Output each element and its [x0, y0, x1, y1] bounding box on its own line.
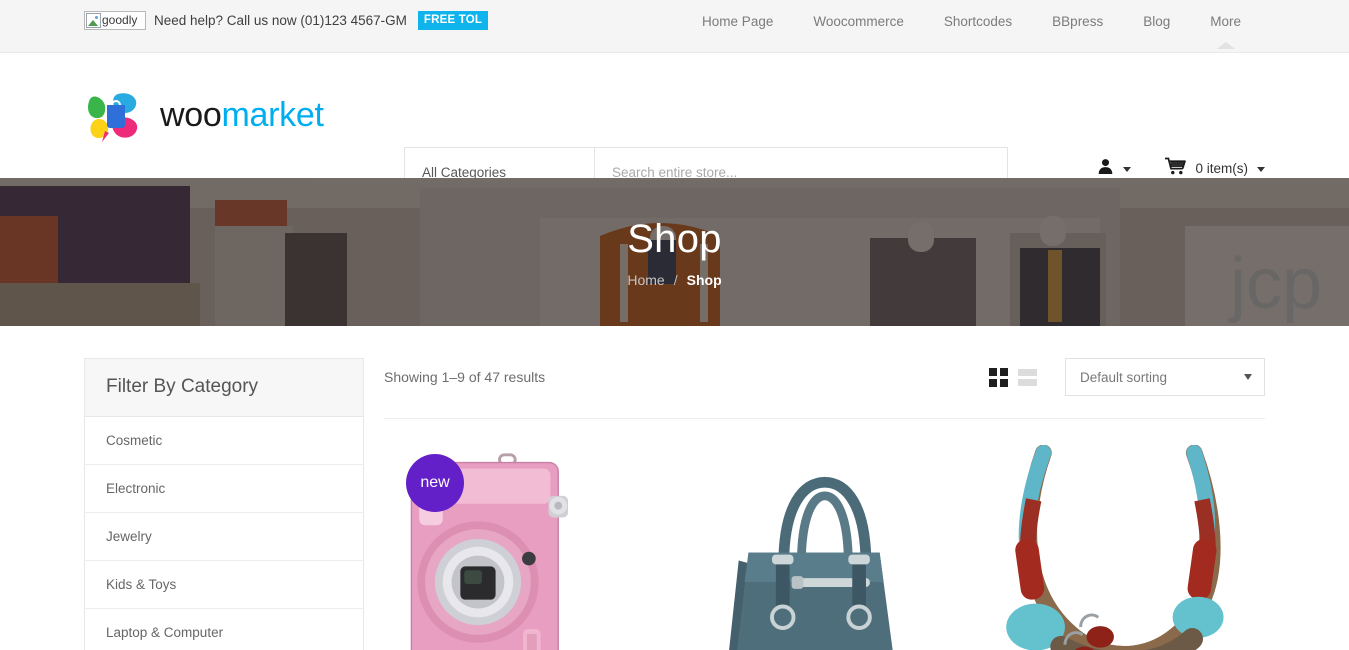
product-card-camera[interactable]: new [384, 445, 678, 650]
account-menu[interactable] [1097, 158, 1132, 180]
brand-wordmark-market: market [221, 96, 324, 134]
cart-menu[interactable]: 0 item(s) [1165, 157, 1265, 180]
listing-toolbar: Showing 1–9 of 47 results Default sortin… [384, 358, 1265, 419]
woomarket-logo-icon [84, 85, 146, 147]
page-title: Shop [627, 216, 722, 261]
product-listing: Showing 1–9 of 47 results Default sortin… [384, 358, 1265, 650]
category-filter-sidebar: Filter By Category Cosmetic Electronic J… [84, 358, 364, 650]
brand-logo[interactable]: woomarket [0, 85, 324, 147]
brand-wordmark: woomarket [160, 96, 324, 135]
top-navigation: Home Page Woocommerce Shortcodes BBpress… [682, 0, 1261, 31]
sort-select-value: Default sorting [1080, 369, 1168, 385]
sidebar-item-electronic[interactable]: Electronic [85, 465, 363, 513]
site-header: woomarket All Categories Search entire s… [0, 53, 1349, 197]
product-card-necklace[interactable] [971, 445, 1265, 650]
site-logo-broken-image: goodly [84, 11, 146, 30]
site-logo-alt-text: goodly [102, 13, 138, 27]
product-grid: new [384, 419, 1265, 650]
chevron-down-icon [1257, 167, 1265, 172]
nav-item-woocommerce[interactable]: Woocommerce [793, 12, 924, 31]
chevron-down-icon [1123, 167, 1132, 172]
cart-item-count: 0 item(s) [1195, 161, 1248, 176]
nav-item-home-page[interactable]: Home Page [682, 12, 793, 31]
top-bar: goodly Need help? Call us now (01)123 45… [0, 0, 1349, 53]
breadcrumb: Home / Shop [627, 272, 721, 288]
sidebar-title: Filter By Category [85, 359, 363, 417]
sidebar-item-kids-toys[interactable]: Kids & Toys [85, 561, 363, 609]
free-toll-badge: FREE TOL [417, 11, 489, 30]
brand-wordmark-woo: woo [160, 96, 222, 134]
topbar-contact-area: goodly Need help? Call us now (01)123 45… [0, 0, 489, 30]
product-image-teal-handbag [728, 476, 893, 650]
sort-select[interactable]: Default sorting [1065, 358, 1265, 396]
broken-image-icon [86, 13, 101, 28]
product-card-handbag[interactable] [678, 445, 972, 650]
result-count: Showing 1–9 of 47 results [384, 369, 546, 385]
header-actions: 0 item(s) [1097, 157, 1265, 180]
sidebar-item-jewelry[interactable]: Jewelry [85, 513, 363, 561]
new-badge: new [406, 454, 464, 512]
user-icon [1097, 158, 1114, 180]
nav-item-shortcodes[interactable]: Shortcodes [924, 12, 1032, 31]
chevron-down-icon [1244, 374, 1252, 380]
sidebar-item-laptop-computer[interactable]: Laptop & Computer [85, 609, 363, 650]
main-content: Filter By Category Cosmetic Electronic J… [0, 326, 1349, 650]
nav-item-blog[interactable]: Blog [1123, 12, 1190, 31]
sidebar-item-cosmetic[interactable]: Cosmetic [85, 417, 363, 465]
cart-icon [1165, 157, 1187, 180]
page-hero-banner: jcp Shop Home / Shop [0, 178, 1349, 326]
grid-view-icon[interactable] [989, 367, 1008, 387]
breadcrumb-home[interactable]: Home [627, 272, 664, 288]
breadcrumb-current: Shop [686, 271, 722, 288]
breadcrumb-separator: / [673, 271, 678, 288]
nav-item-bbpress[interactable]: BBpress [1032, 12, 1123, 31]
product-image-beaded-necklace [1006, 445, 1224, 650]
list-view-icon[interactable] [1018, 368, 1037, 387]
view-mode-toggles [989, 367, 1037, 387]
help-text: Need help? Call us now (01)123 4567-GM [154, 13, 407, 28]
nav-item-more[interactable]: More [1190, 12, 1261, 31]
